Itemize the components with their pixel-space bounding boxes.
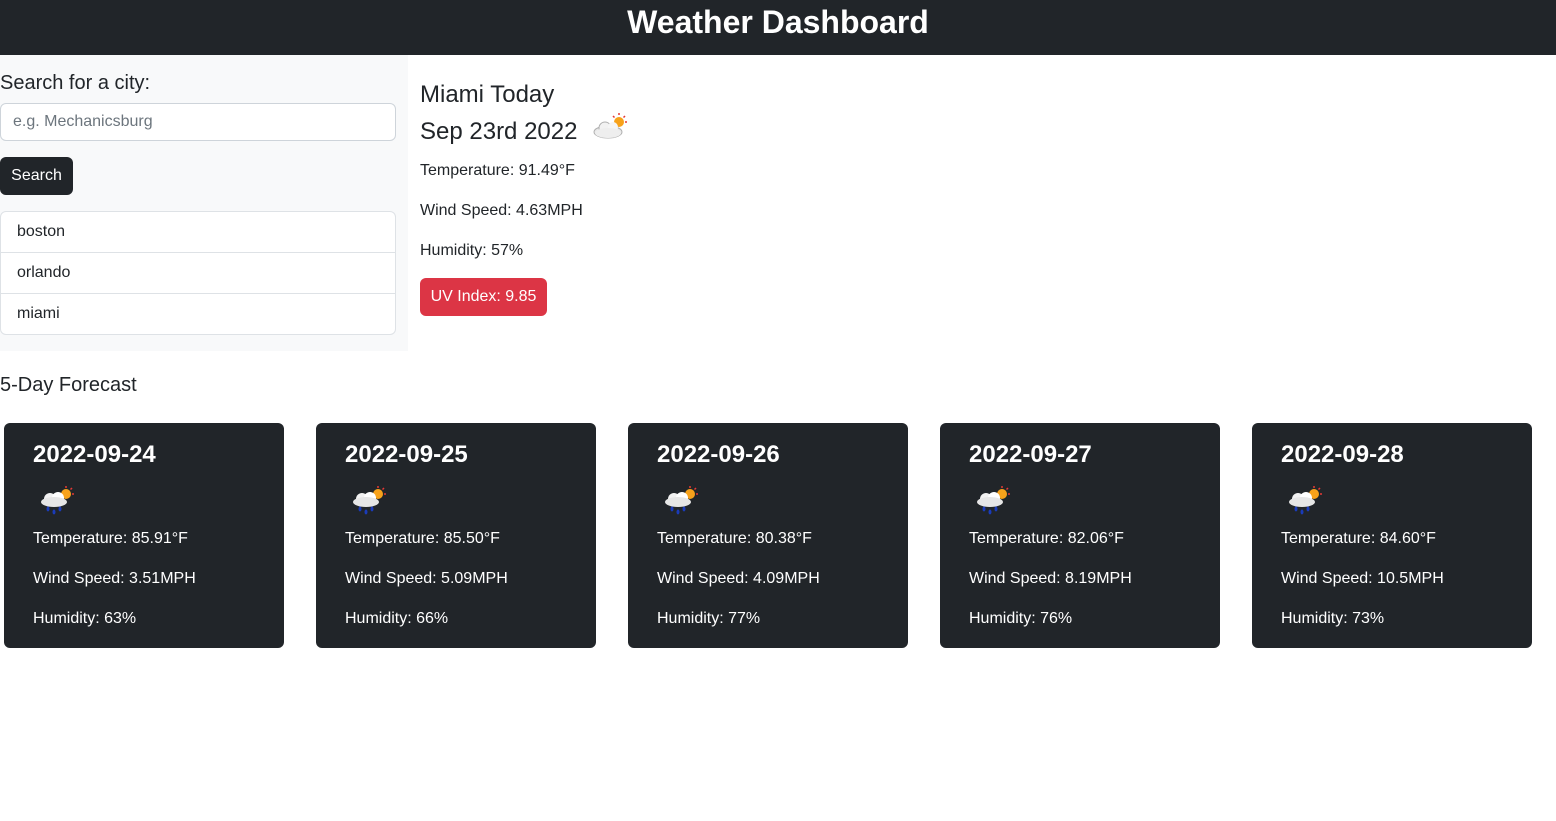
search-history-list: boston orlando miami — [0, 211, 396, 335]
forecast-temperature: Temperature: 85.91°F — [33, 530, 188, 547]
rain-cloud-sun-icon — [1285, 485, 1325, 520]
forecast-humidity: Humidity: 76% — [969, 610, 1073, 627]
forecast-humidity: Humidity: 77% — [657, 610, 761, 627]
rain-cloud-sun-icon — [661, 485, 701, 520]
current-weather: Miami Today Sep 23rd 2022 Temperature: 9… — [420, 78, 631, 316]
forecast-title: 5-Day Forecast — [0, 374, 137, 396]
current-date-row: Sep 23rd 2022 — [420, 112, 631, 152]
current-wind-speed: Wind Speed: 4.63MPH — [420, 202, 583, 219]
forecast-humidity: Humidity: 63% — [33, 610, 137, 627]
forecast-date: 2022-09-27 — [969, 441, 1092, 468]
search-button[interactable]: Search — [0, 157, 73, 195]
page-title: Weather Dashboard — [627, 4, 929, 40]
search-label: Search for a city: — [0, 72, 151, 94]
partly-cloudy-sun-icon — [591, 112, 631, 152]
history-item-miami[interactable]: miami — [1, 294, 395, 334]
forecast-wind-speed: Wind Speed: 3.51MPH — [33, 570, 196, 587]
forecast-card: 2022-09-28 Temperature: 84.60°F Wind Spe… — [1252, 423, 1532, 648]
forecast-date: 2022-09-25 — [345, 441, 468, 468]
forecast-temperature: Temperature: 85.50°F — [345, 530, 500, 547]
forecast-wind-speed: Wind Speed: 5.09MPH — [345, 570, 508, 587]
forecast-humidity: Humidity: 73% — [1281, 610, 1385, 627]
current-humidity: Humidity: 57% — [420, 242, 524, 259]
forecast-date: 2022-09-24 — [33, 441, 156, 468]
rain-cloud-sun-icon — [349, 485, 389, 520]
rain-cloud-sun-icon — [37, 485, 77, 520]
forecast-humidity: Humidity: 66% — [345, 610, 449, 627]
history-item-boston[interactable]: boston — [1, 212, 395, 253]
current-date: Sep 23rd 2022 — [420, 118, 578, 145]
search-sidebar: Search for a city: Search boston orlando… — [0, 55, 408, 351]
uv-index-badge: UV Index: 9.85 — [420, 278, 547, 316]
forecast-temperature: Temperature: 80.38°F — [657, 530, 812, 547]
app-header: Weather Dashboard — [0, 0, 1556, 55]
forecast-wind-speed: Wind Speed: 8.19MPH — [969, 570, 1132, 587]
current-temperature: Temperature: 91.49°F — [420, 162, 575, 179]
search-input[interactable] — [0, 103, 396, 141]
forecast-card: 2022-09-26 Temperature: 80.38°F Wind Spe… — [628, 423, 908, 648]
current-city-title: Miami Today — [420, 81, 555, 108]
forecast-temperature: Temperature: 82.06°F — [969, 530, 1124, 547]
forecast-date: 2022-09-28 — [1281, 441, 1404, 468]
forecast-card: 2022-09-24 Temperature: 85.91°F Wind Spe… — [4, 423, 284, 648]
forecast-card: 2022-09-25 Temperature: 85.50°F Wind Spe… — [316, 423, 596, 648]
forecast-card: 2022-09-27 Temperature: 82.06°F Wind Spe… — [940, 423, 1220, 648]
forecast-wind-speed: Wind Speed: 4.09MPH — [657, 570, 820, 587]
forecast-temperature: Temperature: 84.60°F — [1281, 530, 1436, 547]
forecast-date: 2022-09-26 — [657, 441, 780, 468]
history-item-orlando[interactable]: orlando — [1, 253, 395, 294]
forecast-wind-speed: Wind Speed: 10.5MPH — [1281, 570, 1444, 587]
rain-cloud-sun-icon — [973, 485, 1013, 520]
